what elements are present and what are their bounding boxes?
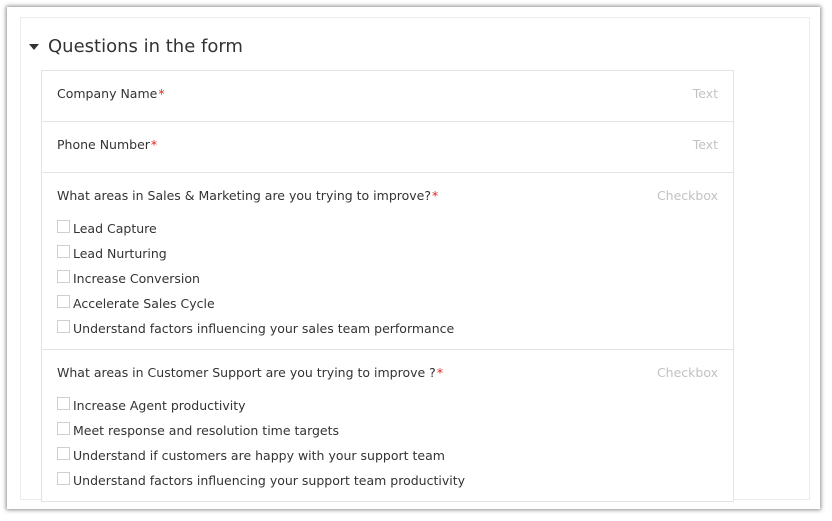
question-label: Company Name* [57, 86, 165, 101]
questions-list: Company Name* Text Phone Number* Text Wh… [41, 70, 734, 502]
question-label: Phone Number* [57, 137, 158, 152]
section-title: Questions in the form [48, 36, 243, 57]
question-label: What areas in Customer Support are you t… [57, 365, 444, 380]
caret-down-icon [29, 44, 39, 50]
required-marker: * [436, 365, 444, 380]
section-toggle[interactable]: Questions in the form [29, 36, 243, 57]
question-label: What areas in Sales & Marketing are you … [57, 188, 439, 203]
checkbox[interactable] [57, 295, 70, 308]
option-lead-nurturing[interactable]: Lead Nurturing [57, 241, 718, 266]
option-agent-productivity[interactable]: Increase Agent productivity [57, 393, 718, 418]
question-company-name: Company Name* Text [42, 71, 733, 122]
question-type: Checkbox [656, 188, 718, 203]
option-accelerate-sales-cycle[interactable]: Accelerate Sales Cycle [57, 291, 718, 316]
required-marker: * [432, 188, 439, 203]
checkbox[interactable] [57, 220, 70, 233]
option-increase-conversion[interactable]: Increase Conversion [57, 266, 718, 291]
question-sales-marketing: What areas in Sales & Marketing are you … [42, 173, 733, 350]
checkbox[interactable] [57, 270, 70, 283]
checkbox[interactable] [57, 472, 70, 485]
checkbox-options: Increase Agent productivity Meet respons… [57, 393, 718, 501]
checkbox[interactable] [57, 245, 70, 258]
required-marker: * [150, 137, 158, 152]
question-customer-support: What areas in Customer Support are you t… [42, 350, 733, 501]
checkbox-options: Lead Capture Lead Nurturing Increase Con… [57, 216, 718, 349]
option-support-team-productivity[interactable]: Understand factors influencing your supp… [57, 468, 718, 493]
checkbox[interactable] [57, 397, 70, 410]
option-sales-team-performance[interactable]: Understand factors influencing your sale… [57, 316, 718, 341]
checkbox[interactable] [57, 422, 70, 435]
checkbox[interactable] [57, 320, 70, 333]
question-phone-number: Phone Number* Text [42, 122, 733, 173]
required-marker: * [158, 86, 165, 101]
option-response-resolution-targets[interactable]: Meet response and resolution time target… [57, 418, 718, 443]
question-type: Text [692, 86, 718, 101]
question-type: Checkbox [656, 365, 718, 380]
form-panel: Questions in the form Company Name* Text… [7, 7, 820, 509]
option-lead-capture[interactable]: Lead Capture [57, 216, 718, 241]
checkbox[interactable] [57, 447, 70, 460]
option-customers-happy[interactable]: Understand if customers are happy with y… [57, 443, 718, 468]
question-type: Text [692, 137, 718, 152]
